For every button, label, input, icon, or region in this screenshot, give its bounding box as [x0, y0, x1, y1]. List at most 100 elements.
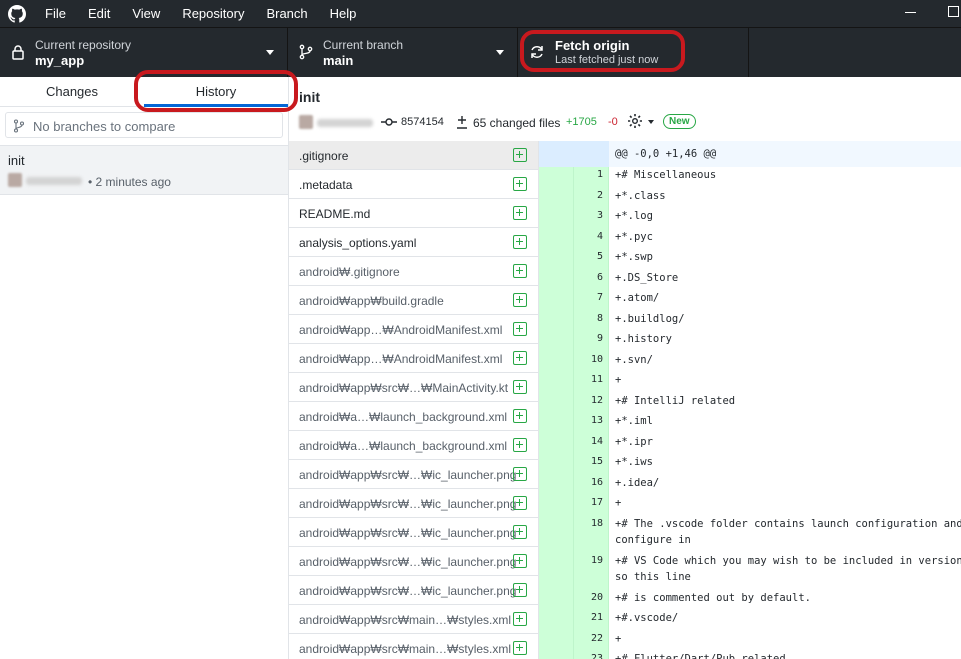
file-added-icon — [513, 554, 527, 568]
diff-code: +*.ipr — [615, 435, 653, 448]
line-number: 19 — [590, 554, 603, 566]
diff-line: 17 + — [539, 497, 961, 518]
fetch-origin-button[interactable]: Fetch origin Last fetched just now — [518, 28, 749, 77]
diff-line: 9 +.history — [539, 333, 961, 354]
menu-repository[interactable]: Repository — [171, 0, 255, 27]
current-branch-button[interactable]: Current branch main — [288, 28, 518, 77]
diff-line: 10 +.svn/ — [539, 354, 961, 375]
diff-line: 12 +# IntelliJ related — [539, 395, 961, 416]
line-number: 20 — [590, 591, 603, 603]
chevron-down-icon[interactable] — [648, 120, 654, 124]
file-row[interactable]: android₩app…₩AndroidManifest.xml — [289, 315, 538, 344]
diff-code: +*.class — [615, 189, 666, 202]
maximize-button[interactable] — [948, 6, 959, 17]
line-number: 15 — [590, 456, 603, 467]
fetch-origin-label: Fetch origin — [555, 38, 630, 53]
file-row[interactable]: android₩app₩src₩…₩ic_launcher.png — [289, 576, 538, 605]
menu-view[interactable]: View — [121, 0, 171, 27]
tab-changes[interactable]: Changes — [0, 77, 144, 106]
gear-icon[interactable] — [627, 113, 643, 129]
file-name: android₩app₩src₩…₩ic_launcher.png — [299, 526, 517, 540]
menu-file[interactable]: File — [34, 0, 77, 27]
menu-branch[interactable]: Branch — [255, 0, 318, 27]
diff-code: +*.swp — [615, 251, 653, 263]
line-number: 13 — [590, 415, 603, 426]
diff-line: 20 +# is commented out by default. — [539, 592, 961, 613]
file-added-icon — [513, 641, 527, 655]
commit-sha[interactable]: 8574154 — [401, 116, 444, 128]
file-row[interactable]: android₩app₩src₩main…₩styles.xml — [289, 605, 538, 634]
file-row[interactable]: android₩app₩src₩main…₩styles.xml — [289, 634, 538, 659]
file-added-icon — [513, 148, 527, 162]
chevron-down-icon — [266, 50, 274, 55]
file-row[interactable]: android₩app₩src₩…₩ic_launcher.png — [289, 460, 538, 489]
line-number: 6 — [596, 271, 603, 283]
file-row[interactable]: android₩a…₩launch_background.xml — [289, 431, 538, 460]
line-number: 2 — [596, 189, 603, 201]
commit-list-item[interactable]: init • 2 minutes ago — [0, 145, 288, 195]
file-name: android₩.gitignore — [299, 265, 400, 279]
file-row[interactable]: .gitignore — [289, 141, 538, 170]
diff-code: +.idea/ — [615, 476, 660, 489]
diff-code: +# Miscellaneous — [615, 169, 717, 181]
branch-compare-input[interactable]: No branches to compare — [5, 112, 283, 138]
tab-history[interactable]: History — [144, 77, 288, 107]
diff-code: + — [615, 374, 622, 386]
branch-name: main — [323, 53, 354, 68]
diff-line: 4 +*.pyc — [539, 231, 961, 252]
diff-code: +*.pyc — [615, 230, 653, 243]
diff-line: 16 +.idea/ — [539, 477, 961, 498]
diff-code: +*.iws — [615, 456, 653, 468]
diff-code: +#.vscode/ — [615, 612, 679, 624]
file-row[interactable]: .metadata — [289, 170, 538, 199]
menu-help[interactable]: Help — [319, 0, 368, 27]
menu-edit[interactable]: Edit — [77, 0, 121, 27]
diff-line: 2 +*.class — [539, 190, 961, 211]
file-row[interactable]: analysis_options.yaml — [289, 228, 538, 257]
file-row[interactable]: README.md — [289, 199, 538, 228]
author-avatar — [8, 173, 22, 187]
file-row[interactable]: android₩app₩src₩…₩ic_launcher.png — [289, 489, 538, 518]
file-added-icon — [513, 177, 527, 191]
branch-icon — [13, 119, 25, 133]
file-name: android₩app₩src₩…₩ic_launcher.png — [299, 497, 517, 511]
file-name: android₩app₩src₩…₩ic_launcher.png — [299, 555, 517, 569]
menu-bar: File Edit View Repository Branch Help — [34, 0, 367, 27]
main-pane: init 8574154 65 changed files +1705 -0 N… — [289, 77, 961, 659]
diff-line: 15 +*.iws — [539, 456, 961, 477]
file-added-icon — [513, 583, 527, 597]
changed-files-list: .gitignore .metadata README.md analysis_opt… — [289, 141, 539, 659]
file-added-icon — [513, 409, 527, 423]
diff-line: 13 +*.iml — [539, 415, 961, 436]
last-fetched-text: Last fetched just now — [555, 54, 659, 66]
file-name: .gitignore — [299, 149, 349, 163]
diff-view: @@ -0,0 +1,46 @@ 1 +# Miscellaneous 2 +*.cl… — [539, 141, 961, 659]
file-row[interactable]: android₩app₩src₩…₩ic_launcher.png — [289, 518, 538, 547]
line-number: 10 — [590, 353, 603, 365]
diff-line: 3 +*.log — [539, 210, 961, 231]
file-added-icon — [513, 525, 527, 539]
diff-code: + — [615, 497, 622, 509]
file-name: README.md — [299, 207, 371, 221]
sidebar-tabs: Changes History — [0, 77, 288, 107]
file-name: analysis_options.yaml — [299, 236, 417, 250]
diff-line: 22 + — [539, 633, 961, 654]
current-repository-button[interactable]: Current repository my_app — [0, 28, 288, 77]
file-added-icon — [513, 206, 527, 220]
file-row[interactable]: android₩app₩build.gradle — [289, 286, 538, 315]
line-number: 1 — [596, 169, 603, 180]
commit-summary: init — [8, 153, 25, 168]
file-row[interactable]: android₩.gitignore — [289, 257, 538, 286]
diff-code: +.history — [615, 333, 672, 345]
diff-code: +# is commented out by default. — [615, 591, 811, 604]
minimize-button[interactable] — [905, 12, 916, 13]
lock-icon — [12, 45, 24, 60]
github-logo-icon — [8, 5, 26, 23]
file-row[interactable]: android₩a…₩launch_background.xml — [289, 402, 538, 431]
file-row[interactable]: android₩app₩src₩…₩MainActivity.kt — [289, 373, 538, 402]
file-name: android₩app…₩AndroidManifest.xml — [299, 323, 503, 337]
lines-deleted: -0 — [608, 116, 618, 128]
file-row[interactable]: android₩app…₩AndroidManifest.xml — [289, 344, 538, 373]
file-row[interactable]: android₩app₩src₩…₩ic_launcher.png — [289, 547, 538, 576]
file-name: android₩app₩src₩…₩MainActivity.kt — [299, 381, 509, 395]
